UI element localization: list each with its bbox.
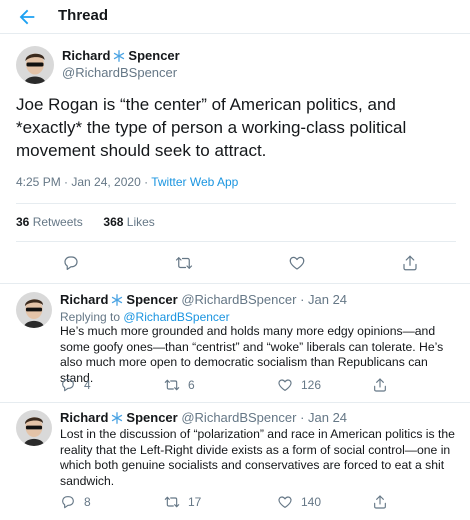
divider xyxy=(0,402,470,403)
reply-handle: @RichardBSpencer xyxy=(181,410,297,425)
likes-stat[interactable]: 368 Likes xyxy=(103,215,154,229)
reply-icon xyxy=(62,496,74,509)
thread-header: Thread xyxy=(0,0,470,34)
avatar[interactable] xyxy=(16,292,52,328)
reply-author[interactable]: Richard Spencer @RichardBSpencer · Jan 24 xyxy=(60,410,347,427)
author-handle[interactable]: @RichardBSpencer xyxy=(62,65,177,80)
share-icon xyxy=(374,378,386,392)
reply-handle: @RichardBSpencer xyxy=(181,292,297,307)
heart-icon xyxy=(278,496,292,508)
divider xyxy=(16,203,456,204)
reply-date[interactable]: · Jan 24 xyxy=(300,410,347,425)
retweets-stat[interactable]: 36 Retweets xyxy=(16,215,83,229)
snowflake-icon xyxy=(113,50,125,65)
retweet-count: 6 xyxy=(188,378,195,392)
like-button[interactable]: 126 xyxy=(277,377,321,393)
like-button[interactable]: 140 xyxy=(277,494,321,510)
page-title: Thread xyxy=(58,7,109,24)
snowflake-icon xyxy=(111,412,123,427)
divider xyxy=(16,241,456,242)
reply-button[interactable]: 4 xyxy=(60,377,91,393)
retweet-icon xyxy=(164,496,180,508)
share-button[interactable] xyxy=(372,494,388,510)
reply-author[interactable]: Richard Spencer @RichardBSpencer · Jan 24 xyxy=(60,292,347,309)
avatar[interactable] xyxy=(16,410,52,446)
reply-button[interactable] xyxy=(62,254,80,272)
share-icon xyxy=(403,255,417,271)
reply-button[interactable]: 8 xyxy=(60,494,91,510)
retweet-button[interactable]: 17 xyxy=(164,494,201,510)
tweet-timestamp: 4:25 PM · Jan 24, 2020 · Twitter Web App xyxy=(16,175,238,189)
replying-to-handle[interactable]: @RichardBSpencer xyxy=(123,310,229,324)
replying-to: Replying to @RichardBSpencer xyxy=(60,310,230,324)
tweet-source-app[interactable]: Twitter Web App xyxy=(151,175,238,189)
reply-count: 8 xyxy=(84,495,91,509)
retweet-button[interactable]: 6 xyxy=(164,377,195,393)
heart-icon xyxy=(278,379,292,391)
author-name[interactable]: Richard Spencer xyxy=(62,48,180,65)
share-button[interactable] xyxy=(401,254,419,272)
reply-icon xyxy=(62,379,74,392)
reply-icon xyxy=(64,256,78,270)
tweet-time[interactable]: 4:25 PM · Jan 24, 2020 · xyxy=(16,175,151,189)
share-button[interactable] xyxy=(372,377,388,393)
like-count: 140 xyxy=(301,495,322,509)
like-button[interactable] xyxy=(288,254,306,272)
retweet-button[interactable] xyxy=(175,254,193,272)
like-count: 126 xyxy=(301,378,322,392)
avatar[interactable] xyxy=(16,46,54,84)
divider xyxy=(0,283,470,284)
reply-text: He’s much more grounded and holds many m… xyxy=(60,324,444,385)
heart-icon xyxy=(289,256,305,270)
snowflake-icon xyxy=(111,294,123,309)
reply-date[interactable]: · Jan 24 xyxy=(300,292,347,307)
retweet-icon xyxy=(164,379,180,391)
retweet-icon xyxy=(175,257,193,269)
share-icon xyxy=(374,495,386,509)
back-arrow-icon[interactable] xyxy=(16,6,38,28)
reply-text: Lost in the discussion of “polarization”… xyxy=(60,427,455,488)
reply-count: 4 xyxy=(84,378,91,392)
tweet-stats: 36 Retweets 368 Likes xyxy=(16,215,155,229)
tweet-text: Joe Rogan is “the center” of American po… xyxy=(16,95,407,160)
retweet-count: 17 xyxy=(188,495,202,509)
